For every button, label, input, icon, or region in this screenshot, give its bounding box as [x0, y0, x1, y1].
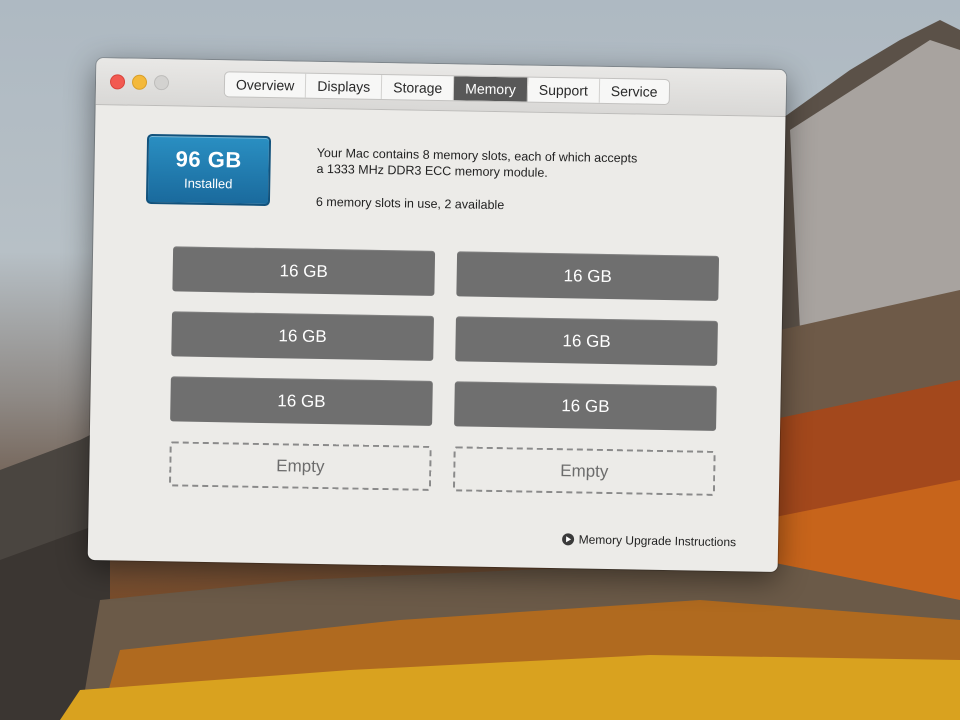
memory-slots-status: 6 memory slots in use, 2 available — [315, 194, 505, 213]
memory-upgrade-instructions-link[interactable]: Memory Upgrade Instructions — [561, 532, 737, 550]
installed-memory-size: 96 GB — [175, 146, 242, 173]
tab-service[interactable]: Service — [600, 79, 669, 104]
tab-support[interactable]: Support — [527, 77, 601, 103]
minimize-window-button[interactable] — [131, 74, 148, 90]
memory-slot-2: 16 GB — [456, 251, 720, 301]
memory-slot-8: Empty — [452, 446, 716, 496]
memory-slot-5: 16 GB — [170, 376, 433, 426]
zoom-window-button[interactable] — [153, 75, 170, 91]
tab-displays[interactable]: Displays — [306, 73, 383, 100]
installed-memory-badge: 96 GB Installed — [145, 133, 272, 207]
tab-memory[interactable]: Memory — [454, 76, 529, 102]
tab-bar: Overview Displays Storage Memory Support… — [223, 71, 670, 106]
right-arrow-circle-icon — [561, 533, 574, 546]
memory-slot-7: Empty — [168, 441, 432, 491]
tab-storage[interactable]: Storage — [382, 75, 455, 101]
memory-slot-6: 16 GB — [454, 381, 717, 431]
memory-slot-1: 16 GB — [172, 246, 436, 296]
installed-memory-label: Installed — [183, 175, 233, 192]
memory-upgrade-instructions-label: Memory Upgrade Instructions — [578, 532, 737, 550]
tab-overview[interactable]: Overview — [224, 72, 307, 98]
memory-description: Your Mac contains 8 memory slots, each o… — [316, 145, 717, 217]
memory-pane: 96 GB Installed Your Mac contains 8 memo… — [88, 105, 786, 572]
memory-slot-4: 16 GB — [455, 316, 718, 366]
close-window-button[interactable] — [109, 74, 126, 90]
system-information-window: Overview Displays Storage Memory Support… — [87, 58, 787, 572]
desktop: Overview Displays Storage Memory Support… — [0, 0, 960, 720]
memory-slot-3: 16 GB — [171, 311, 434, 361]
